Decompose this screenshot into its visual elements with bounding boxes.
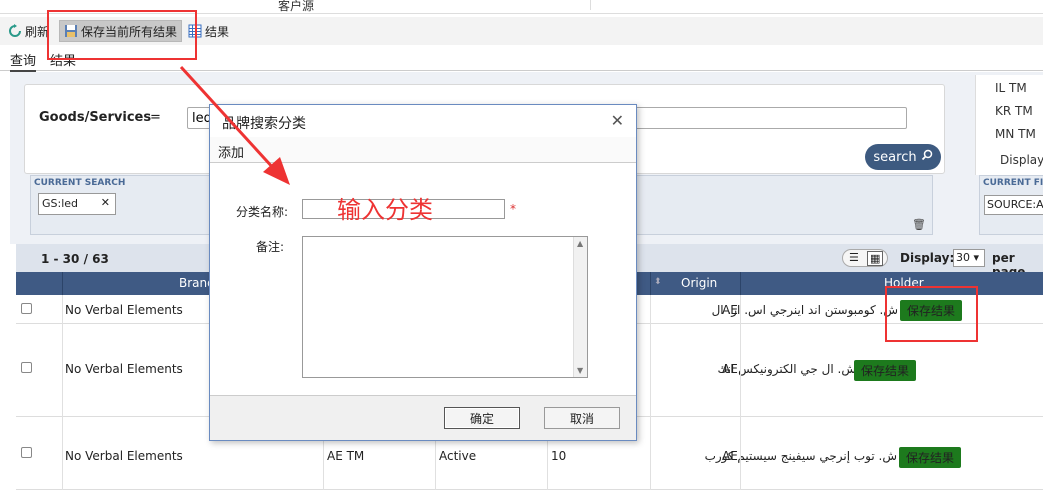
category-dialog: 品牌搜索分类 ✕ 添加 分类名称: * 备注: ▲ ▼ 确定 取消 bbox=[209, 104, 637, 441]
brand-cell: No Verbal Elements bbox=[65, 362, 183, 376]
tab-query[interactable]: 查询 bbox=[10, 50, 37, 72]
refresh-label: 刷新 bbox=[25, 24, 50, 39]
row-checkbox[interactable] bbox=[21, 303, 32, 314]
row-checkbox[interactable] bbox=[21, 447, 32, 458]
source-item[interactable]: MN TM bbox=[995, 127, 1036, 141]
trash-icon[interactable]: 🗑 bbox=[912, 218, 926, 231]
chevron-down-icon: ▾ bbox=[973, 251, 980, 264]
grid-view-icon[interactable]: ▦ bbox=[867, 251, 884, 266]
source-cell: AE TM bbox=[327, 449, 365, 463]
goods-services-label: Goods/Services bbox=[39, 110, 152, 125]
result-label: 结果 bbox=[205, 24, 230, 39]
column-separator bbox=[740, 272, 741, 295]
scroll-down-icon[interactable]: ▼ bbox=[577, 366, 583, 375]
textarea-scrollbar[interactable]: ▲ ▼ bbox=[573, 237, 587, 377]
column-separator bbox=[650, 272, 651, 295]
column-header-origin[interactable]: Origin bbox=[681, 276, 717, 290]
remark-textarea[interactable]: ▲ ▼ bbox=[302, 236, 588, 378]
current-filter-box: CURRENT FILTERS SOURCE:AE bbox=[979, 175, 1043, 235]
category-name-label: 分类名称: bbox=[236, 205, 289, 219]
column-line bbox=[740, 295, 741, 490]
current-search-tag-text: GS:led bbox=[42, 197, 79, 210]
annotation-box-save-all bbox=[47, 10, 197, 60]
brand-cell: No Verbal Elements bbox=[65, 449, 183, 463]
sort-icon[interactable]: ⬍ bbox=[654, 277, 662, 287]
holder-cell: ش. توب إنرجي سيفينج سيستيم كورب bbox=[704, 449, 897, 463]
status-cell: Active bbox=[439, 449, 477, 463]
source-item[interactable]: KR TM bbox=[995, 104, 1033, 118]
dialog-footer: 确定 取消 bbox=[210, 395, 636, 440]
list-view-icon[interactable]: ☰ bbox=[849, 251, 859, 264]
class-cell: 10 bbox=[551, 449, 567, 463]
annotation-box-save-result bbox=[885, 286, 978, 342]
annotation-hint: 输入分类 bbox=[337, 196, 433, 224]
source-list: IL TM KR TM MN TM Display: bbox=[975, 75, 1043, 175]
confirm-button[interactable]: 确定 bbox=[444, 407, 520, 429]
add-button[interactable]: 添加 bbox=[218, 142, 244, 161]
column-line bbox=[650, 295, 651, 490]
holder-cell: ش. ال جي الكترونيكس انك bbox=[717, 362, 856, 376]
display-label: Display: bbox=[900, 251, 955, 265]
save-result-button[interactable]: 保存结果 bbox=[899, 447, 962, 468]
per-page-value: 30 bbox=[956, 251, 970, 264]
scroll-up-icon[interactable]: ▲ bbox=[577, 239, 583, 248]
current-search-label: CURRENT SEARCH bbox=[34, 178, 126, 188]
column-title: 客户源 bbox=[278, 0, 315, 13]
view-toggle[interactable]: ☰ ▦ bbox=[842, 249, 888, 267]
current-search-tag: GS:led ✕ bbox=[38, 193, 116, 215]
search-icon bbox=[921, 149, 933, 165]
save-result-button[interactable]: 保存结果 bbox=[854, 360, 917, 381]
search-button[interactable]: search bbox=[865, 144, 941, 170]
per-page-select[interactable]: 30 ▾ bbox=[953, 249, 985, 267]
required-mark: * bbox=[510, 202, 516, 216]
dialog-title: 品牌搜索分类 bbox=[222, 116, 306, 132]
dialog-toolbar: 添加 bbox=[210, 137, 636, 163]
column-divider bbox=[590, 0, 591, 10]
column-separator bbox=[62, 272, 63, 295]
source-display-label: Display: bbox=[1000, 153, 1043, 167]
row-checkbox[interactable] bbox=[21, 362, 32, 373]
brand-cell: No Verbal Elements bbox=[65, 303, 183, 317]
current-filter-label: CURRENT FILTERS bbox=[983, 178, 1043, 188]
refresh-button[interactable]: 刷新 bbox=[8, 20, 49, 42]
source-item[interactable]: IL TM bbox=[995, 81, 1027, 95]
remove-tag-icon[interactable]: ✕ bbox=[101, 196, 110, 209]
operator-label: = bbox=[150, 110, 161, 125]
search-button-label: search bbox=[873, 149, 917, 165]
refresh-icon bbox=[8, 24, 22, 38]
current-filter-tag: SOURCE:AE bbox=[984, 195, 1043, 215]
column-line bbox=[62, 295, 63, 490]
cancel-button[interactable]: 取消 bbox=[544, 407, 620, 429]
close-icon[interactable]: ✕ bbox=[611, 111, 624, 130]
remark-label: 备注: bbox=[256, 240, 285, 254]
result-count: 1 - 30 / 63 bbox=[41, 252, 109, 266]
